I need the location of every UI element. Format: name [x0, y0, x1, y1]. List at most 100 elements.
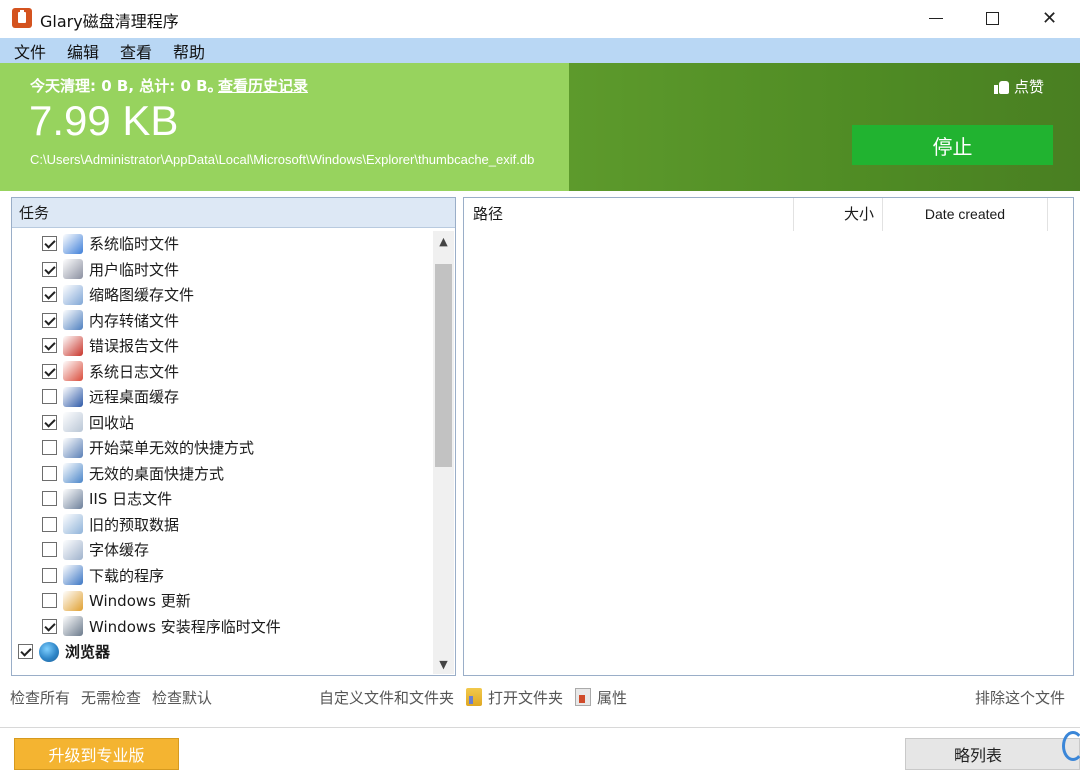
task-checkbox[interactable]: [42, 542, 57, 557]
custom-files-link[interactable]: 自定义文件和文件夹: [319, 687, 454, 708]
maximize-button[interactable]: [964, 0, 1021, 37]
open-folder-link[interactable]: 打开文件夹: [488, 687, 563, 708]
task-item[interactable]: 回收站: [12, 410, 432, 435]
task-item[interactable]: 远程桌面缓存: [12, 384, 432, 409]
menu-view[interactable]: 查看: [106, 39, 159, 63]
task-item[interactable]: 缩略图缓存文件: [12, 282, 432, 307]
memory-dump-icon: [63, 310, 83, 330]
desktop-shortcut-icon: [63, 463, 83, 483]
task-panel: 任务 系统临时文件 用户临时文件 缩略图缓存文件内存转储文件错误报告文件系统日志文件…: [11, 197, 456, 676]
task-checkbox[interactable]: [42, 440, 57, 455]
menu-bar: 文件 编辑 查看 帮助: [0, 38, 1080, 63]
disk-cleaner-window: Glary磁盘清理程序 ✕ 文件 编辑 查看 帮助 今天清理: 0 B, 总计:…: [0, 0, 1080, 774]
task-label: 下载的程序: [89, 566, 165, 585]
upgrade-pro-button[interactable]: 升级到专业版: [14, 738, 179, 770]
task-label: Windows 安装程序临时文件: [89, 617, 281, 636]
task-checkbox[interactable]: [42, 338, 57, 353]
recycle-bin-icon: [63, 412, 83, 432]
view-history-link[interactable]: 查看历史记录: [218, 75, 308, 96]
task-label: 远程桌面缓存: [89, 388, 180, 406]
task-checkbox[interactable]: [42, 363, 57, 379]
file-actions: 自定义文件和文件夹 打开文件夹 属性: [319, 686, 627, 708]
footer-divider: [0, 727, 1080, 728]
close-button[interactable]: ✕: [1021, 0, 1078, 37]
cleanup-stats: 今天清理: 0 B, 总计: 0 B。: [30, 77, 223, 95]
task-checkbox[interactable]: [42, 491, 57, 506]
task-item[interactable]: IIS 日志文件: [12, 486, 432, 511]
task-item[interactable]: Windows 安装程序临时文件: [12, 614, 432, 639]
task-checkbox[interactable]: [42, 389, 57, 404]
thumbnail-icon: [63, 284, 83, 305]
close-icon: ✕: [1041, 8, 1058, 29]
task-checkbox[interactable]: [42, 618, 57, 634]
task-group-browsers[interactable]: 浏览器: [12, 639, 432, 664]
task-label: 缩略图缓存文件: [89, 286, 195, 304]
task-label: 字体缓存: [89, 541, 150, 559]
column-path[interactable]: 路径: [464, 198, 794, 231]
menu-edit[interactable]: 编辑: [53, 39, 106, 63]
task-item[interactable]: 错误报告文件: [12, 333, 432, 358]
task-checkbox[interactable]: [42, 516, 57, 532]
installer-temp-icon: [63, 616, 83, 636]
exclude-file-link[interactable]: 排除这个文件: [975, 686, 1065, 708]
task-checkbox[interactable]: [42, 236, 57, 251]
globe-icon: [39, 641, 59, 662]
stop-button[interactable]: 停止: [852, 125, 1053, 165]
check-none-link[interactable]: 无需检查: [81, 687, 141, 708]
task-checkbox[interactable]: [42, 593, 57, 608]
iis-log-icon: [63, 488, 83, 509]
task-header: 任务: [12, 198, 455, 228]
properties-icon: [575, 688, 592, 706]
task-checkbox[interactable]: [42, 312, 57, 328]
task-item[interactable]: 系统日志文件: [12, 359, 432, 384]
task-scrollbar[interactable]: ▲ ▼: [433, 231, 454, 674]
minimize-button[interactable]: [907, 0, 964, 37]
task-item[interactable]: 系统临时文件: [12, 231, 432, 256]
task-checkbox[interactable]: [42, 567, 57, 583]
task-label: Windows 更新: [89, 592, 191, 610]
thumbs-up-icon: [994, 80, 1010, 94]
task-label: 用户临时文件: [89, 260, 180, 279]
properties-link[interactable]: 属性: [597, 687, 627, 708]
task-item[interactable]: 下载的程序: [12, 563, 432, 588]
task-label: 旧的预取数据: [89, 515, 180, 534]
menu-file[interactable]: 文件: [0, 39, 53, 63]
system-log-icon: [63, 361, 83, 381]
minimize-icon: [928, 18, 943, 19]
task-label: 回收站: [89, 413, 135, 432]
task-label: 错误报告文件: [89, 337, 180, 355]
column-date-created[interactable]: Date created: [883, 198, 1048, 231]
scanned-size: 7.99 KB: [29, 97, 179, 144]
title-bar: Glary磁盘清理程序 ✕: [0, 0, 1080, 37]
task-checkbox[interactable]: [42, 414, 57, 430]
windows-update-icon: [63, 590, 83, 611]
ignore-list-button[interactable]: 略列表: [905, 738, 1080, 770]
check-default-link[interactable]: 检查默认: [152, 687, 212, 708]
scroll-up-icon[interactable]: ▲: [433, 231, 454, 251]
task-checkbox[interactable]: [42, 287, 57, 302]
file-list-panel: 路径 大小 Date created: [463, 197, 1074, 676]
task-item[interactable]: 字体缓存: [12, 537, 432, 562]
task-item[interactable]: 无效的桌面快捷方式: [12, 461, 432, 486]
column-size[interactable]: 大小: [794, 198, 883, 231]
task-item[interactable]: 内存转储文件: [12, 308, 432, 333]
status-banner: 今天清理: 0 B, 总计: 0 B。 查看历史记录 7.99 KB C:\Us…: [0, 63, 1080, 191]
check-all-link[interactable]: 检查所有: [10, 687, 70, 708]
task-label: 系统临时文件: [89, 235, 180, 253]
scroll-down-icon[interactable]: ▼: [433, 654, 454, 674]
task-checkbox[interactable]: [42, 261, 57, 277]
menu-help[interactable]: 帮助: [159, 39, 212, 63]
task-item[interactable]: 用户临时文件: [12, 257, 432, 282]
like-button[interactable]: 点赞: [994, 76, 1044, 97]
task-checkbox[interactable]: [42, 465, 57, 481]
task-item[interactable]: Windows 更新: [12, 588, 432, 613]
window-title: Glary磁盘清理程序: [40, 12, 179, 31]
task-item[interactable]: 旧的预取数据: [12, 512, 432, 537]
scroll-thumb[interactable]: [435, 264, 452, 467]
task-checkbox[interactable]: [18, 644, 33, 659]
app-icon: [12, 8, 32, 28]
remote-desktop-icon: [63, 386, 83, 407]
task-item[interactable]: 开始菜单无效的快捷方式: [12, 435, 432, 460]
current-file-path: C:\Users\Administrator\AppData\Local\Mic…: [30, 152, 535, 167]
task-label: 开始菜单无效的快捷方式: [89, 439, 255, 457]
